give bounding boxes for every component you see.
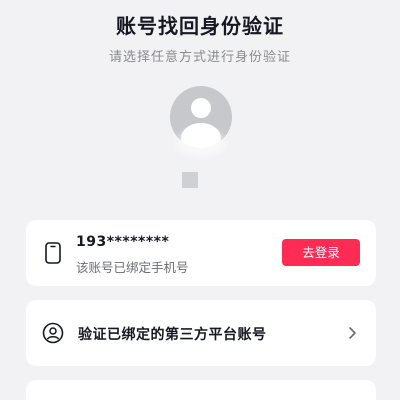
user-circle-icon [42,322,64,344]
phone-icon [45,242,61,264]
go-login-button[interactable]: 去登录 [282,239,360,266]
chevron-right-icon [349,327,356,339]
third-party-label: 验证已绑定的第三方平台账号 [78,327,267,343]
page-title: 账号找回身份验证 [116,14,284,38]
additional-option-card[interactable] [26,380,376,400]
avatar-glow [176,130,226,156]
identity-verification-page: 账号找回身份验证 请选择任意方式进行身份验证 193******** 该账号已绑… [0,0,400,400]
phone-number: 193******** [76,234,170,250]
image-placeholder [182,172,198,188]
page-subtitle: 请选择任意方式进行身份验证 [108,50,291,65]
phone-description: 该账号已绑定手机号 [76,260,189,275]
